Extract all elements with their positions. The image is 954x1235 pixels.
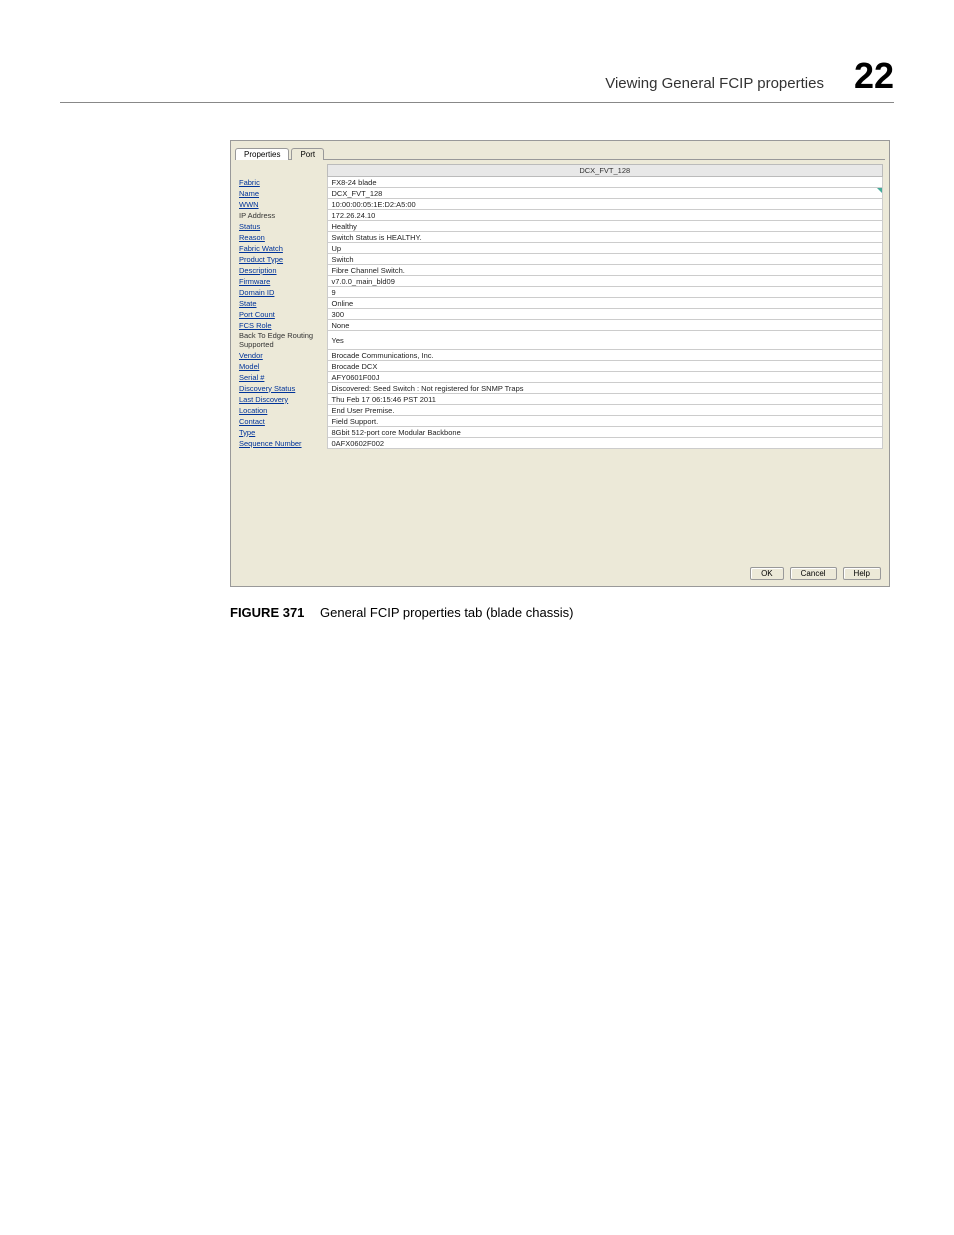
property-label[interactable]: Fabric <box>237 177 327 188</box>
tab-properties[interactable]: Properties <box>235 148 289 160</box>
property-label: Back To Edge Routing Supported <box>237 331 327 350</box>
property-label[interactable]: WWN <box>237 199 327 210</box>
property-value: 8Gbit 512-port core Modular Backbone <box>327 427 883 438</box>
edit-indicator-icon <box>877 188 882 193</box>
property-value: None <box>327 320 883 331</box>
value-column-header[interactable]: DCX_FVT_128 <box>327 165 883 177</box>
property-row: Fabric WatchUp <box>237 243 883 254</box>
label-column-header <box>237 165 327 177</box>
property-row: NameDCX_FVT_128 <box>237 188 883 199</box>
property-value: Brocade DCX <box>327 361 883 372</box>
property-label[interactable]: Domain ID <box>237 287 327 298</box>
blank-area <box>237 449 883 559</box>
figure-text: General FCIP properties tab (blade chass… <box>320 605 573 620</box>
property-label[interactable]: Model <box>237 361 327 372</box>
property-label[interactable]: Port Count <box>237 309 327 320</box>
property-label[interactable]: Firmware <box>237 276 327 287</box>
property-value: 172.26.24.10 <box>327 210 883 221</box>
property-row: Sequence Number0AFX0602F002 <box>237 438 883 449</box>
property-value: 9 <box>327 287 883 298</box>
property-label[interactable]: Last Discovery <box>237 394 327 405</box>
property-row: Domain ID9 <box>237 287 883 298</box>
header-divider <box>60 102 894 103</box>
property-row: WWN10:00:00:05:1E:D2:A5:00 <box>237 199 883 210</box>
property-label: IP Address <box>237 210 327 221</box>
property-value: Discovered: Seed Switch : Not registered… <box>327 383 883 394</box>
property-label[interactable]: Reason <box>237 232 327 243</box>
header-title: Viewing General FCIP properties <box>605 75 824 92</box>
tab-port[interactable]: Port <box>291 148 324 160</box>
cancel-button[interactable]: Cancel <box>790 567 837 580</box>
property-label[interactable]: Fabric Watch <box>237 243 327 254</box>
property-value: 300 <box>327 309 883 320</box>
property-value: Switch Status is HEALTHY. <box>327 232 883 243</box>
property-value: FX8-24 blade <box>327 177 883 188</box>
property-value: AFY0601F00J <box>327 372 883 383</box>
property-label[interactable]: Product Type <box>237 254 327 265</box>
property-value: Switch <box>327 254 883 265</box>
chapter-number: 22 <box>854 55 894 97</box>
property-label[interactable]: Description <box>237 265 327 276</box>
property-value: Up <box>327 243 883 254</box>
ok-button[interactable]: OK <box>750 567 784 580</box>
property-row: Product TypeSwitch <box>237 254 883 265</box>
property-value: Field Support. <box>327 416 883 427</box>
property-row: Back To Edge Routing SupportedYes <box>237 331 883 350</box>
property-row: FabricFX8-24 blade <box>237 177 883 188</box>
properties-dialog: Properties Port DCX_FVT_128 FabricFX8-24… <box>230 140 890 587</box>
property-label[interactable]: Vendor <box>237 350 327 361</box>
property-label[interactable]: Serial # <box>237 372 327 383</box>
figure-caption: FIGURE 371 General FCIP properties tab (… <box>230 605 573 620</box>
property-label[interactable]: Discovery Status <box>237 383 327 394</box>
page-header: Viewing General FCIP properties 22 <box>605 55 894 97</box>
tab-bar: Properties Port <box>235 147 885 159</box>
property-label[interactable]: Name <box>237 188 327 199</box>
figure-label: FIGURE 371 <box>230 605 304 620</box>
property-row: LocationEnd User Premise. <box>237 405 883 416</box>
property-value[interactable]: DCX_FVT_128 <box>327 188 883 199</box>
property-value: v7.0.0_main_bld09 <box>327 276 883 287</box>
property-row: Port Count300 <box>237 309 883 320</box>
property-value: 10:00:00:05:1E:D2:A5:00 <box>327 199 883 210</box>
property-label[interactable]: Type <box>237 427 327 438</box>
property-label[interactable]: Contact <box>237 416 327 427</box>
property-label[interactable]: Sequence Number <box>237 438 327 449</box>
property-label[interactable]: Status <box>237 221 327 232</box>
property-row: ContactField Support. <box>237 416 883 427</box>
property-row: ReasonSwitch Status is HEALTHY. <box>237 232 883 243</box>
property-row: Last DiscoveryThu Feb 17 06:15:46 PST 20… <box>237 394 883 405</box>
tab-content: DCX_FVT_128 FabricFX8-24 bladeNameDCX_FV… <box>235 159 885 561</box>
property-row: StateOnline <box>237 298 883 309</box>
property-row: Serial #AFY0601F00J <box>237 372 883 383</box>
property-row: Discovery StatusDiscovered: Seed Switch … <box>237 383 883 394</box>
property-value: Healthy <box>327 221 883 232</box>
property-value: Yes <box>327 331 883 350</box>
property-row: StatusHealthy <box>237 221 883 232</box>
property-row: VendorBrocade Communications, Inc. <box>237 350 883 361</box>
property-row: Type8Gbit 512-port core Modular Backbone <box>237 427 883 438</box>
property-row: ModelBrocade DCX <box>237 361 883 372</box>
property-label[interactable]: Location <box>237 405 327 416</box>
property-value: Online <box>327 298 883 309</box>
property-value: Fibre Channel Switch. <box>327 265 883 276</box>
property-value: End User Premise. <box>327 405 883 416</box>
property-value: 0AFX0602F002 <box>327 438 883 449</box>
property-label[interactable]: State <box>237 298 327 309</box>
property-row: FCS RoleNone <box>237 320 883 331</box>
property-row: IP Address172.26.24.10 <box>237 210 883 221</box>
property-row: DescriptionFibre Channel Switch. <box>237 265 883 276</box>
button-bar: OK Cancel Help <box>235 561 885 582</box>
property-row: Firmwarev7.0.0_main_bld09 <box>237 276 883 287</box>
help-button[interactable]: Help <box>843 567 881 580</box>
properties-table: DCX_FVT_128 FabricFX8-24 bladeNameDCX_FV… <box>237 164 883 449</box>
property-value: Brocade Communications, Inc. <box>327 350 883 361</box>
property-label[interactable]: FCS Role <box>237 320 327 331</box>
property-value: Thu Feb 17 06:15:46 PST 2011 <box>327 394 883 405</box>
